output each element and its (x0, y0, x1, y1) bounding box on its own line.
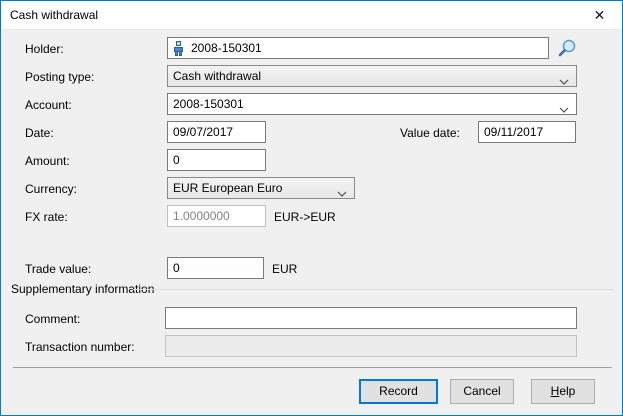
chevron-down-icon (559, 102, 569, 114)
trade-value-suffix: EUR (272, 262, 298, 276)
posting-type-label: Posting type: (25, 70, 95, 84)
fx-rate-input (167, 205, 266, 227)
currency-dropdown[interactable]: EUR European Euro (167, 177, 355, 199)
trade-value-label: Trade value: (25, 262, 92, 276)
window-title: Cash withdrawal (10, 8, 99, 22)
transaction-number-input (165, 335, 577, 357)
search-icon[interactable] (554, 37, 578, 59)
value-date-input[interactable] (478, 121, 576, 143)
help-button-label: Help (550, 384, 576, 398)
holder-label: Holder: (25, 42, 64, 56)
posting-type-value: Cash withdrawal (173, 69, 262, 83)
date-input[interactable] (167, 121, 266, 143)
cash-withdrawal-dialog: Cash withdrawal ✕ Holder: 2008-150301 Po… (0, 0, 623, 416)
fx-rate-label: FX rate: (25, 210, 68, 224)
date-label: Date: (25, 126, 54, 140)
person-icon (173, 41, 184, 59)
supplementary-section-divider (133, 289, 614, 290)
record-button-label: Record (379, 384, 418, 398)
titlebar: Cash withdrawal ✕ (1, 1, 622, 30)
close-icon[interactable]: ✕ (577, 1, 622, 29)
fx-rate-suffix: EUR->EUR (274, 210, 336, 224)
button-bar-divider (13, 367, 612, 368)
account-label: Account: (25, 98, 72, 112)
account-dropdown[interactable]: 2008-150301 (167, 93, 577, 115)
transaction-number-label: Transaction number: (25, 340, 135, 354)
help-button[interactable]: Help (531, 379, 595, 404)
chevron-down-icon (559, 74, 569, 86)
comment-input[interactable] (165, 307, 577, 329)
cancel-button[interactable]: Cancel (450, 379, 514, 404)
holder-value: 2008-150301 (191, 41, 262, 55)
currency-label: Currency: (25, 182, 78, 196)
chevron-down-icon (337, 186, 347, 198)
trade-value-input (167, 257, 264, 279)
holder-input[interactable]: 2008-150301 (167, 37, 549, 59)
currency-value: EUR European Euro (173, 181, 283, 195)
amount-label: Amount: (25, 154, 70, 168)
value-date-label: Value date: (400, 126, 460, 140)
amount-input[interactable] (167, 149, 266, 171)
comment-label: Comment: (25, 312, 81, 326)
posting-type-dropdown[interactable]: Cash withdrawal (167, 65, 577, 87)
cancel-button-label: Cancel (463, 384, 501, 398)
account-value: 2008-150301 (173, 97, 244, 111)
record-button[interactable]: Record (359, 379, 438, 404)
